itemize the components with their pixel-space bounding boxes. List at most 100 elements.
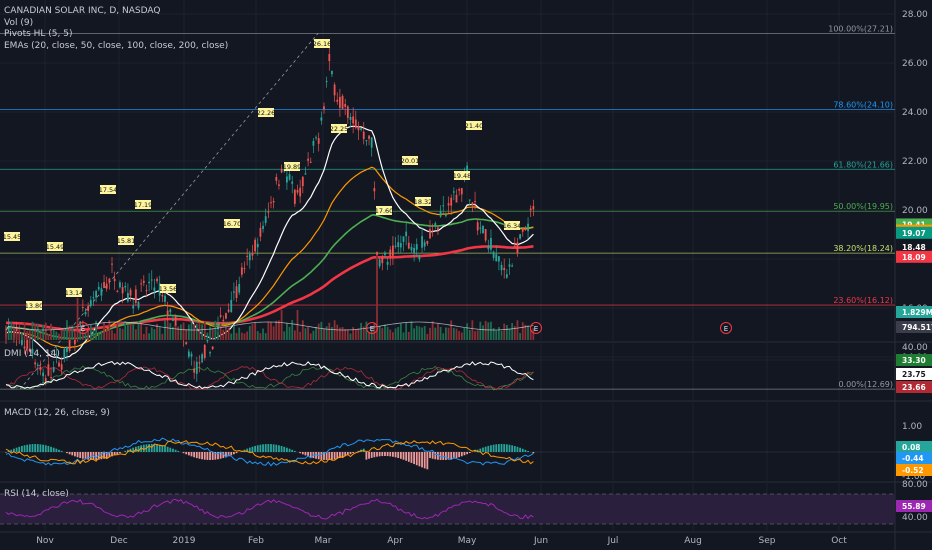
chart-canvas[interactable]: 100.00%(27.21) 78.60%(24.10) 61.80%(21.66)…	[0, 0, 932, 550]
candle-body	[299, 187, 302, 197]
volume-bar	[429, 327, 431, 340]
pivot-label: 22.25	[330, 124, 348, 133]
price-tag: 19.07	[896, 226, 932, 239]
time-tick: 2019	[173, 536, 196, 546]
macd-bar	[259, 444, 262, 452]
volume-bar	[153, 329, 156, 340]
candle-body	[418, 255, 421, 260]
volume-bar	[479, 321, 482, 340]
volume-bar	[66, 320, 68, 340]
candle-body	[270, 202, 272, 204]
candle-body	[145, 290, 148, 292]
candle-body	[328, 54, 331, 62]
candle-body	[264, 216, 267, 223]
macd-bar	[193, 452, 196, 458]
macd-bar	[392, 452, 394, 457]
macd-bar	[262, 444, 264, 452]
volume-bar	[84, 332, 87, 340]
candle-body	[169, 309, 172, 313]
candle-body	[119, 282, 121, 288]
candle-body	[354, 119, 357, 128]
macd-bar	[31, 444, 34, 452]
macd-bar	[410, 452, 413, 463]
volume-bar	[341, 327, 344, 340]
macd-bar	[76, 452, 79, 458]
macd-bar	[333, 452, 336, 460]
macd-bar	[490, 445, 492, 452]
volume-bar	[381, 328, 384, 340]
macd-bar	[500, 444, 503, 452]
volume-bar	[315, 326, 317, 340]
candle-body	[166, 310, 169, 316]
volume-bar	[299, 331, 302, 340]
candle-body	[362, 131, 365, 140]
candle-body	[50, 377, 52, 379]
volume-bar	[442, 333, 445, 340]
macd-bar	[466, 452, 468, 455]
volume-bar	[468, 330, 471, 340]
volume-bar	[471, 320, 474, 340]
candle-body	[233, 291, 235, 293]
candle-body	[259, 227, 262, 237]
candle-body	[227, 309, 230, 312]
volume-bar	[55, 331, 58, 340]
fib-label: 50.00%(19.95)	[833, 202, 893, 211]
macd-bar	[95, 452, 97, 460]
candle-body	[452, 191, 455, 193]
ema100-line	[5, 213, 534, 340]
svg-text:18.32: 18.32	[414, 198, 433, 206]
price-tag: 18.09	[896, 250, 932, 263]
volume-bar	[394, 328, 397, 340]
volume-bar	[254, 322, 256, 340]
volume-bar	[111, 330, 113, 340]
macd-bar	[299, 452, 302, 454]
legend-symbol: CANADIAN SOLAR INC, D, NASDAQ	[4, 6, 161, 16]
candle-body	[381, 257, 384, 264]
candles	[5, 45, 535, 386]
volume-bar	[317, 323, 320, 340]
candle-body	[89, 300, 92, 306]
candle-body	[360, 128, 362, 130]
pivot-label: 13.80	[25, 301, 43, 310]
time-tick: Nov	[36, 536, 54, 546]
candle-body	[397, 242, 400, 248]
volume-bar	[301, 320, 304, 340]
volume-bar	[482, 325, 484, 340]
macd-bar	[74, 452, 76, 457]
candle-body	[187, 351, 190, 357]
fib-label: 23.60%(16.12)	[833, 296, 893, 305]
candle-body	[198, 362, 201, 364]
macd-bar	[460, 452, 463, 457]
volume-bar	[5, 325, 7, 340]
volume-bar	[288, 326, 291, 340]
candle-body	[272, 200, 275, 203]
candle-body	[66, 346, 68, 353]
time-tick: Jul	[607, 536, 619, 546]
volume-bar	[7, 331, 10, 340]
volume-bar	[36, 323, 39, 340]
volume-bar	[164, 320, 166, 340]
macd-bar	[511, 445, 514, 452]
candle-body	[370, 137, 373, 148]
macd-bar	[524, 449, 527, 452]
volume-bar	[500, 331, 503, 340]
fib-label: 38.20%(18.24)	[833, 244, 893, 253]
macd-bar	[373, 452, 376, 458]
macd-bar	[233, 452, 235, 455]
candle-body	[185, 342, 188, 345]
macd-bar	[516, 446, 519, 452]
macd-bar	[431, 452, 434, 459]
macd-bar	[349, 452, 352, 455]
candle-body	[34, 362, 37, 365]
candle-body	[113, 278, 116, 282]
volume-bar	[413, 328, 415, 340]
rsi-tick: 40.00	[902, 513, 928, 523]
candle-body	[349, 116, 352, 120]
macd-bar	[190, 452, 193, 457]
candle-body	[235, 286, 238, 298]
volume-bar	[487, 322, 490, 340]
macd-bar	[445, 452, 447, 460]
volume-bar	[307, 327, 309, 340]
dmi-tick: 40.00	[902, 343, 928, 353]
svg-text:13.14: 13.14	[65, 289, 84, 297]
